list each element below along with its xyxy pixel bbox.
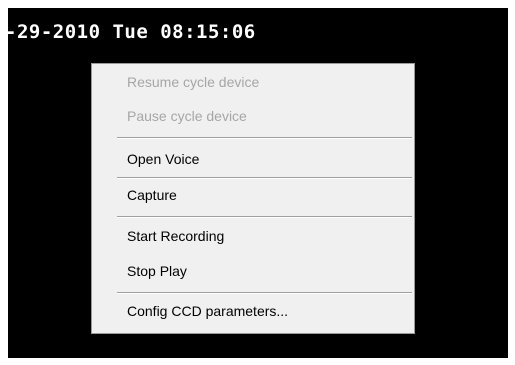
menu-item-config-ccd-parameters[interactable]: Config CCD parameters... <box>92 298 414 324</box>
context-menu: Resume cycle device Pause cycle device O… <box>91 63 415 334</box>
menu-separator <box>117 137 412 139</box>
menu-item-resume-cycle-device[interactable]: Resume cycle device <box>92 69 414 95</box>
menu-item-start-recording[interactable]: Start Recording <box>92 223 414 249</box>
menu-item-stop-play[interactable]: Stop Play <box>92 258 414 284</box>
menu-separator <box>117 177 412 179</box>
video-display[interactable]: -29-2010 Tue 08:15:06 Resume cycle devic… <box>8 8 508 358</box>
menu-item-capture[interactable]: Capture <box>92 182 414 208</box>
menu-separator <box>117 216 412 218</box>
menu-item-open-voice[interactable]: Open Voice <box>92 146 414 172</box>
menu-item-pause-cycle-device[interactable]: Pause cycle device <box>92 103 414 129</box>
osd-timestamp: -29-2010 Tue 08:15:06 <box>8 21 256 43</box>
menu-separator <box>117 292 412 294</box>
